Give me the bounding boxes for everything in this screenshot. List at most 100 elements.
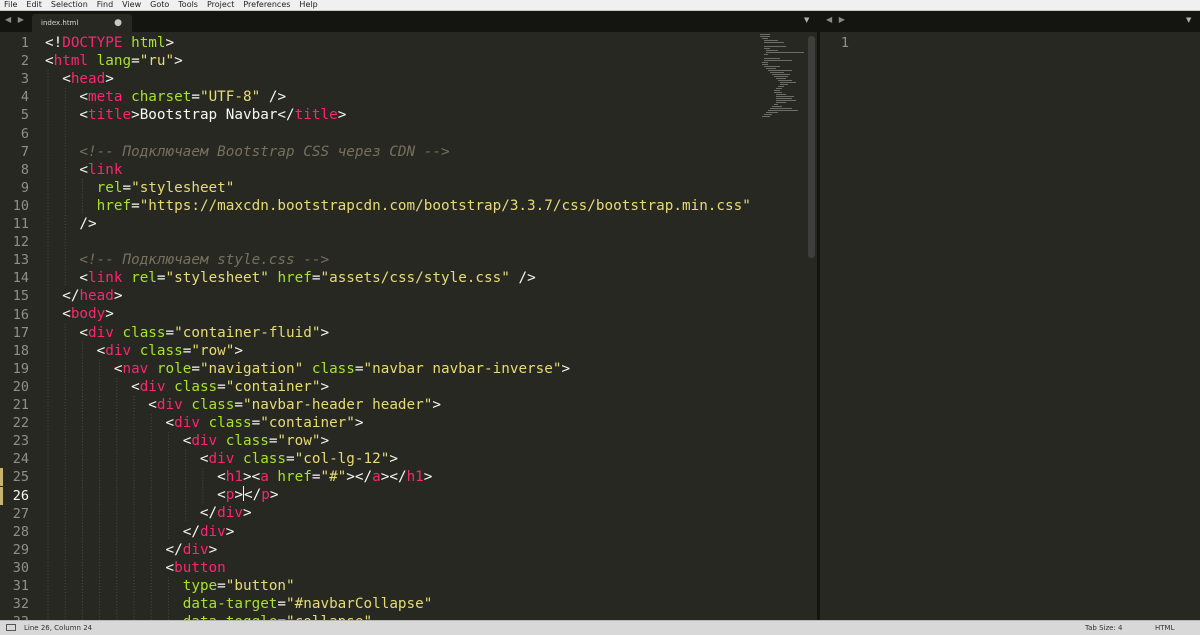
code-line[interactable]: <head> — [45, 70, 751, 88]
line-number-gutter-right: 1 — [820, 32, 856, 620]
tab-index-html[interactable]: index.html ● — [32, 14, 132, 32]
code-line[interactable]: <meta charset="UTF-8" /> — [45, 88, 751, 106]
menu-item-edit[interactable]: Edit — [22, 0, 47, 10]
line-number: 19 — [12, 360, 29, 377]
code-token: >Bootstrap Navbar</ — [131, 107, 295, 124]
syntax-selector[interactable]: HTML — [1155, 621, 1174, 635]
code-token: = — [165, 324, 175, 341]
menu-item-goto[interactable]: Goto — [146, 0, 174, 10]
code-token: > — [354, 414, 364, 431]
code-token: </ — [45, 541, 183, 558]
tab-list-dropdown-icon[interactable]: ▼ — [804, 16, 809, 24]
code-token: href — [96, 197, 132, 214]
line-number: 14 — [12, 270, 29, 287]
tab-list-dropdown-icon-right[interactable]: ▼ — [1186, 16, 1191, 24]
code-line[interactable]: <div class="container"> — [45, 378, 751, 396]
code-line[interactable]: data-target="#navbarCollapse" — [45, 595, 751, 613]
code-token: = — [234, 396, 243, 413]
code-line[interactable]: <div class="container-fluid"> — [45, 324, 751, 342]
menu-item-view[interactable]: View — [118, 0, 146, 10]
menu-item-project[interactable]: Project — [203, 0, 239, 10]
code-line[interactable]: </div> — [45, 504, 751, 522]
code-token: < — [45, 342, 106, 359]
line-number: 2 — [20, 53, 29, 70]
line-number: 23 — [12, 433, 29, 450]
code-token: div — [199, 523, 226, 540]
code-line[interactable] — [45, 233, 751, 251]
code-line[interactable]: <title>Bootstrap Navbar</title> — [45, 106, 751, 124]
code-line[interactable]: <button — [45, 559, 751, 577]
panel-toggle-icon[interactable] — [6, 624, 16, 631]
code-token: > — [234, 342, 244, 359]
code-token: "#navbarCollapse" — [286, 595, 433, 612]
code-line[interactable]: </div> — [45, 541, 751, 559]
code-token: "container" — [225, 378, 321, 395]
code-token: = — [191, 89, 200, 106]
code-token: h1 — [406, 469, 424, 486]
code-line[interactable]: <div class="col-lg-12"> — [45, 450, 751, 468]
code-token: charset — [131, 89, 192, 106]
editor-pane-right[interactable]: 1 — [820, 32, 1200, 620]
menu-item-find[interactable]: Find — [93, 0, 118, 10]
code-line[interactable]: <!-- Подключаем Bootstrap CSS через CDN … — [45, 143, 751, 161]
code-line[interactable]: rel="stylesheet" — [45, 179, 751, 197]
editor-pane-left[interactable]: 1 2 3 4 5 6 7 8 9 10 11 12 13 14 15 16 17 18 19 20 21 22 23 24 2… — [0, 32, 817, 620]
code-line[interactable]: href="https://maxcdn.bootstrapcdn.com/bo… — [45, 197, 751, 215]
menu-item-help[interactable]: Help — [295, 0, 322, 10]
code-line[interactable]: <div class="container"> — [45, 414, 751, 432]
code-token: < — [45, 360, 123, 377]
code-line[interactable]: <link — [45, 161, 751, 179]
tab-scroll-arrows-icon-right[interactable]: ◀ ▶ — [826, 15, 847, 24]
code-line[interactable]: type="button" — [45, 577, 751, 595]
code-area[interactable]: <!DOCTYPE html> <html lang="ru"> <head> <… — [45, 34, 751, 620]
code-token: </ — [45, 523, 200, 540]
menu-item-preferences[interactable]: Preferences — [239, 0, 295, 10]
line-number: 11 — [12, 216, 29, 232]
code-line[interactable]: <!DOCTYPE html> — [45, 34, 751, 52]
code-line[interactable]: </div> — [45, 523, 751, 541]
code-token: class — [191, 396, 235, 413]
code-line[interactable]: <div class="row"> — [45, 432, 751, 450]
menu-item-tools[interactable]: Tools — [174, 0, 203, 10]
unsaved-dot-icon[interactable]: ● — [114, 14, 122, 32]
code-token: ></ — [380, 469, 407, 486]
code-token: "row" — [191, 342, 235, 359]
code-line[interactable]: <link rel="stylesheet" href="assets/css/… — [45, 269, 751, 287]
code-token: rel — [131, 270, 157, 287]
code-token: head — [79, 288, 114, 305]
menu-item-file[interactable]: File — [0, 0, 22, 10]
tab-scroll-arrows-icon[interactable]: ◀ ▶ — [5, 15, 26, 24]
code-token: > — [320, 378, 330, 395]
vertical-scrollbar[interactable] — [808, 36, 815, 258]
code-token: "assets/css/style.css" — [320, 270, 510, 287]
code-token: </ — [45, 288, 80, 305]
code-token: > — [225, 523, 235, 540]
code-line[interactable] — [45, 124, 751, 142]
code-line[interactable]: <body> — [45, 305, 751, 323]
code-line[interactable]: <div class="row"> — [45, 342, 751, 360]
code-token: "container" — [260, 414, 355, 431]
code-token: class — [311, 360, 355, 377]
code-token: div — [139, 378, 166, 395]
code-token: title — [88, 107, 132, 124]
code-line[interactable]: <p></p> — [45, 486, 751, 504]
code-line[interactable]: /> — [45, 215, 751, 233]
code-line[interactable]: <h1><a href="#"></a></h1> — [45, 468, 751, 486]
code-token: div — [217, 505, 243, 522]
code-token: < — [45, 487, 226, 504]
code-token: button — [174, 559, 226, 576]
code-line[interactable]: </head> — [45, 287, 751, 305]
code-token: type — [182, 577, 218, 594]
menu-item-selection[interactable]: Selection — [47, 0, 93, 10]
code-line[interactable]: <nav role="navigation" class="navbar nav… — [45, 360, 751, 378]
minimap[interactable] — [758, 32, 808, 122]
code-line[interactable]: <div class="navbar-header header"> — [45, 396, 751, 414]
code-line[interactable]: data-toggle="collapse" — [45, 613, 751, 620]
code-token: class — [208, 414, 252, 431]
line-number: 17 — [12, 324, 29, 341]
tab-size-selector[interactable]: Tab Size: 4 — [1085, 621, 1122, 635]
code-line[interactable]: <!-- Подключаем style.css --> — [45, 251, 751, 269]
code-line[interactable]: <html lang="ru"> — [45, 52, 751, 70]
